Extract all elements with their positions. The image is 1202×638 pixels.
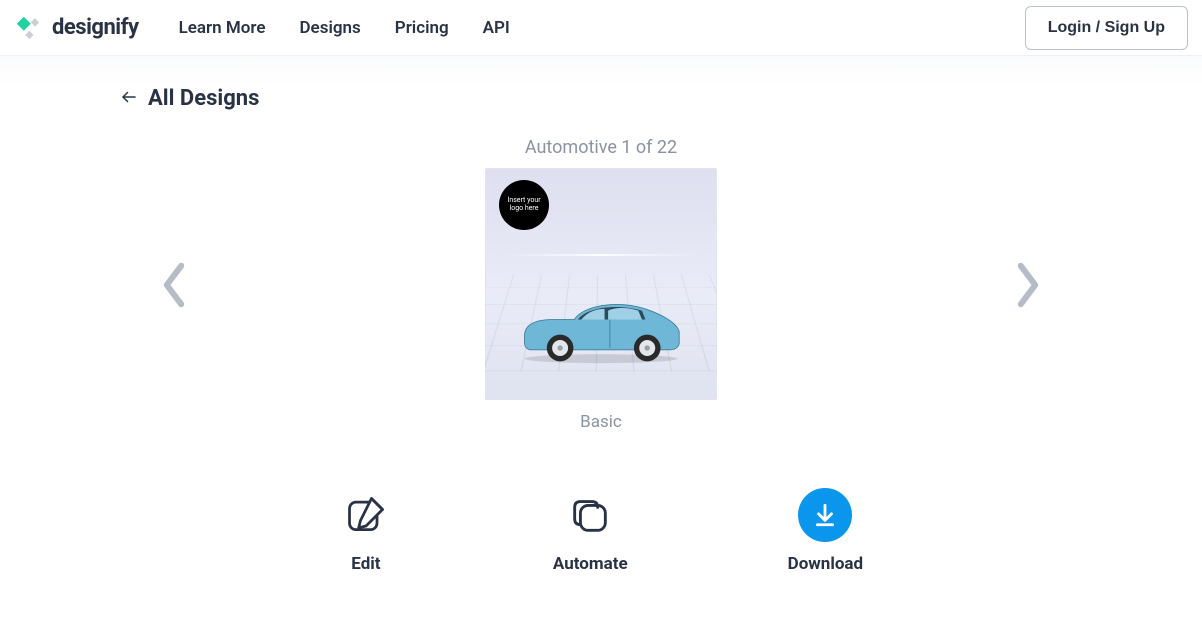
header: designify Learn More Designs Pricing API…	[0, 0, 1202, 56]
chevron-left-icon	[159, 261, 189, 309]
design-thumbnail[interactable]: Insert your logo here	[485, 168, 717, 400]
design-carousel: Automotive 1 of 22 Insert your logo here	[0, 137, 1202, 432]
prev-design-button[interactable]	[147, 249, 201, 321]
back-label: All Designs	[148, 86, 259, 111]
insert-logo-badge-text: Insert your logo here	[505, 197, 543, 212]
chevron-right-icon	[1013, 261, 1043, 309]
automate-label: Automate	[553, 554, 628, 574]
arrow-left-icon	[120, 88, 138, 110]
back-to-all-designs[interactable]: All Designs	[0, 86, 1202, 111]
edit-action[interactable]: Edit	[339, 488, 393, 574]
automate-icon	[563, 488, 617, 542]
car-illustration	[511, 284, 691, 364]
nav-designs[interactable]: Designs	[299, 18, 360, 38]
design-caption: Basic	[580, 412, 622, 432]
automate-action[interactable]: Automate	[553, 488, 628, 574]
edit-icon	[339, 488, 393, 542]
download-action[interactable]: Download	[788, 488, 863, 574]
nav-api[interactable]: API	[483, 18, 510, 38]
brand-logo[interactable]: designify	[14, 14, 139, 42]
nav-learn-more[interactable]: Learn More	[179, 18, 266, 38]
design-counter: Automotive 1 of 22	[525, 137, 677, 158]
brand-name: designify	[52, 15, 139, 40]
sparkle-icon	[14, 14, 42, 42]
download-label: Download	[788, 554, 863, 574]
top-nav: Learn More Designs Pricing API	[179, 18, 510, 38]
edit-label: Edit	[351, 554, 380, 574]
action-row: Edit Automate Download	[0, 488, 1202, 574]
download-icon	[798, 488, 852, 542]
insert-logo-badge: Insert your logo here	[499, 180, 549, 230]
main-content: All Designs Automotive 1 of 22 Insert yo…	[0, 56, 1202, 614]
login-signup-button[interactable]: Login / Sign Up	[1025, 6, 1188, 50]
next-design-button[interactable]	[1001, 249, 1055, 321]
nav-pricing[interactable]: Pricing	[395, 18, 449, 38]
design-card: Automotive 1 of 22 Insert your logo here	[241, 137, 961, 432]
